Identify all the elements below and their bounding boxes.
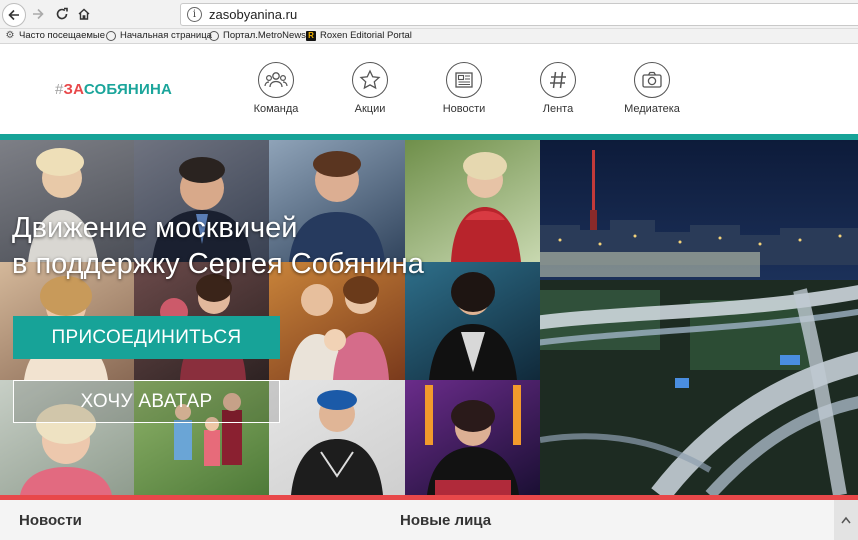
nav-team[interactable]: Команда xyxy=(236,62,316,115)
photo-tile xyxy=(405,262,541,380)
gear-icon: ⚙ xyxy=(5,30,15,41)
globe-icon xyxy=(209,30,219,41)
join-button[interactable]: ПРИСОЕДИНИТЬСЯ xyxy=(13,316,280,359)
reload-button[interactable] xyxy=(52,4,72,24)
camera-icon xyxy=(634,62,670,98)
bookmarks-bar: ⚙ Часто посещаемые Начальная страница По… xyxy=(0,29,858,44)
hero-title: Движение москвичей в поддержку Сергея Со… xyxy=(12,210,424,282)
hero-banner: Движение москвичей в поддержку Сергея Со… xyxy=(0,140,858,495)
city-photo xyxy=(540,140,858,495)
nav-label: Акции xyxy=(354,103,386,115)
nav-label: Новости xyxy=(442,103,486,115)
news-section-title: Новости xyxy=(19,512,82,529)
photo-tile xyxy=(405,380,541,495)
reload-icon xyxy=(56,7,68,20)
photo-tile xyxy=(405,140,541,262)
address-bar[interactable]: i zasobyanina.ru xyxy=(180,3,858,26)
arrow-left-icon xyxy=(8,9,19,21)
logo-rest: СОБЯНИНА xyxy=(83,81,173,98)
url-text: zasobyanina.ru xyxy=(209,7,298,22)
hero-title-line2: в поддержку Сергея Собянина xyxy=(12,248,424,280)
nav-media[interactable]: Медиатека xyxy=(612,62,692,115)
roxen-icon: R xyxy=(306,30,316,41)
nav-label: Медиатека xyxy=(624,103,680,115)
hero-title-line1: Движение москвичей xyxy=(12,212,298,244)
home-icon xyxy=(78,8,90,20)
forward-button[interactable] xyxy=(28,4,48,24)
hashtag-icon xyxy=(540,62,576,98)
new-faces-section-title: Новые лица xyxy=(400,512,492,529)
home-button[interactable] xyxy=(74,4,94,24)
team-icon xyxy=(258,62,294,98)
bookmark-start-page[interactable]: Начальная страница xyxy=(106,30,212,41)
site-logo[interactable]: #ЗАСОБЯНИНА xyxy=(55,81,172,98)
bookmark-label: Часто посещаемые xyxy=(19,30,106,41)
bookmark-label: Roxen Editorial Portal xyxy=(320,30,412,41)
star-icon xyxy=(352,62,388,98)
chevron-up-icon xyxy=(841,516,851,524)
avatar-button[interactable]: ХОЧУ АВАТАР xyxy=(13,380,280,423)
nav-feed[interactable]: Лента xyxy=(518,62,598,115)
newspaper-icon xyxy=(446,62,482,98)
photo-tile xyxy=(269,380,405,495)
nav-label: Лента xyxy=(542,103,574,115)
logo-za: ЗА xyxy=(63,81,84,98)
bookmark-label: Портал.MetroNews xyxy=(223,30,306,41)
logo-hash: # xyxy=(55,81,64,98)
nav-news[interactable]: Новости xyxy=(424,62,504,115)
content-section: Новости Новые лица xyxy=(0,500,858,540)
browser-toolbar: i zasobyanina.ru xyxy=(0,0,858,29)
arrow-right-icon xyxy=(33,8,44,20)
site-header: #ЗАСОБЯНИНА Команда Акции Новости Лента … xyxy=(0,44,858,134)
globe-icon xyxy=(106,30,116,41)
scroll-up-button[interactable] xyxy=(834,500,858,540)
nav-label: Команда xyxy=(253,103,299,115)
bookmark-roxen[interactable]: R Roxen Editorial Portal xyxy=(306,30,412,41)
nav-actions[interactable]: Акции xyxy=(330,62,410,115)
bookmark-frequent[interactable]: ⚙ Часто посещаемые xyxy=(5,30,106,41)
bookmark-label: Начальная страница xyxy=(120,30,212,41)
bookmark-metronews[interactable]: Портал.MetroNews xyxy=(209,30,306,41)
info-icon[interactable]: i xyxy=(187,7,202,22)
back-button[interactable] xyxy=(2,3,26,27)
